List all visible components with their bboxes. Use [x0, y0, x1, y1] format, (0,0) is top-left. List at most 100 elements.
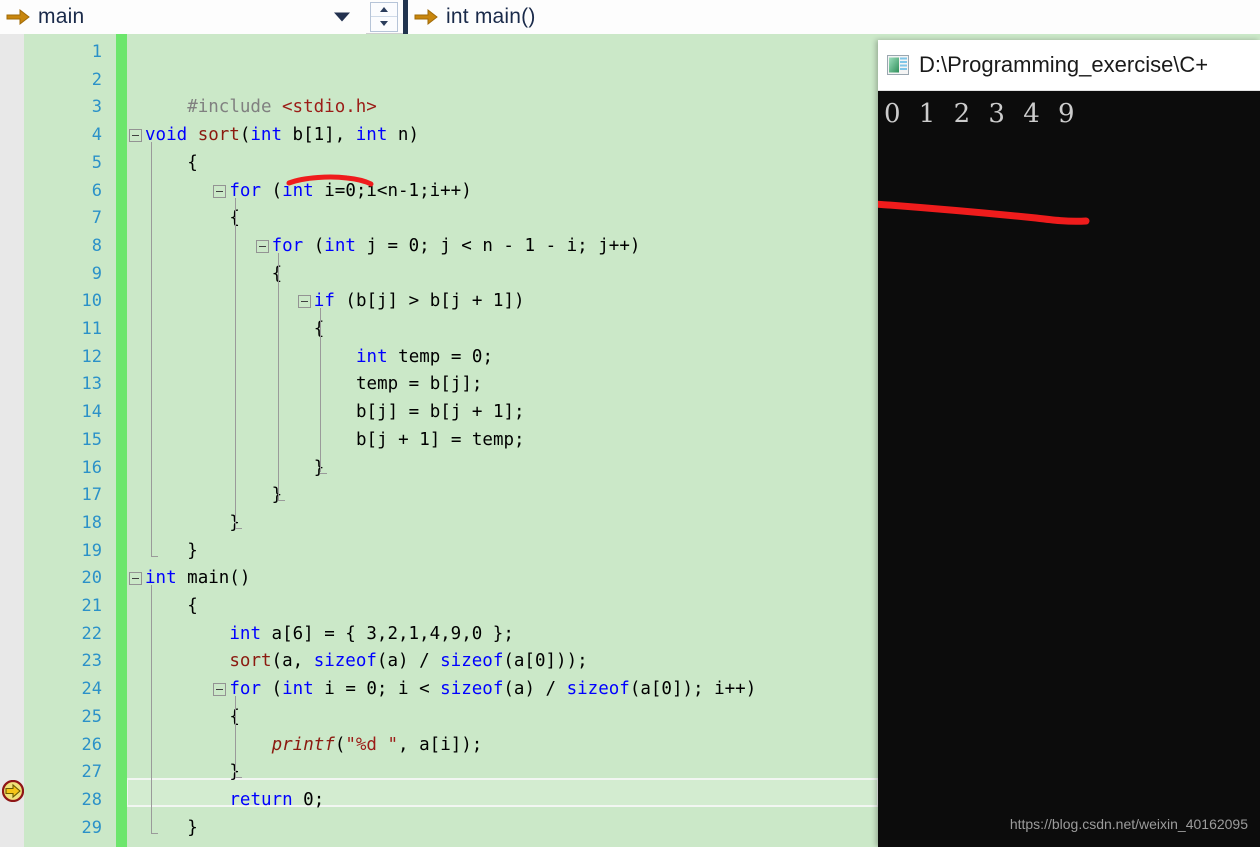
- code-token: (: [271, 180, 283, 201]
- line-number: 12: [81, 346, 102, 367]
- annotation-underline-output: [878, 191, 1156, 236]
- line-number: 15: [81, 429, 102, 450]
- code-line-text: {: [187, 593, 198, 621]
- code-token: b[j] = b[j + 1];: [356, 402, 525, 423]
- scope-dropdown[interactable]: main: [0, 0, 366, 34]
- code-token: 0;: [303, 789, 325, 810]
- line-number: 26: [81, 734, 102, 755]
- code-line-text: int temp = 0;: [356, 344, 493, 372]
- code-token: int: [356, 346, 399, 367]
- line-number: 1: [91, 42, 102, 62]
- line-number: 2: [91, 69, 102, 90]
- line-number: 29: [81, 817, 102, 838]
- code-token: (a) /: [376, 651, 441, 672]
- line-number: 17: [81, 485, 102, 506]
- code-token: main(): [187, 568, 251, 589]
- code-line-text: for (int j = 0; j < n - 1 - i; j++): [272, 233, 641, 261]
- outlining-collapse-button[interactable]: [255, 239, 269, 253]
- code-line-text: int main(): [145, 565, 250, 593]
- chevron-down-icon[interactable]: [334, 12, 350, 21]
- code-line-text: void sort(int b[1], int n): [145, 122, 419, 150]
- console-title-bar[interactable]: D:\Programming_exercise\C+: [878, 40, 1260, 91]
- code-token: printf: [271, 734, 335, 755]
- line-number: 10: [81, 291, 102, 312]
- console-window[interactable]: D:\Programming_exercise\C+ 0 1 2 3 4 9 h…: [878, 40, 1260, 847]
- code-token: <stdio.h>: [282, 97, 377, 118]
- navigation-spinner[interactable]: [370, 1, 398, 32]
- scope-dropdown-value: main: [38, 4, 85, 28]
- code-token: temp = b[j];: [356, 374, 483, 395]
- line-number: 16: [81, 457, 102, 478]
- outlining-guide-line: [277, 252, 279, 501]
- line-number: 23: [81, 651, 102, 672]
- code-line-text: b[j] = b[j + 1];: [356, 399, 525, 427]
- line-number: 27: [81, 762, 102, 783]
- code-token: (: [334, 734, 346, 755]
- outlining-collapse-button[interactable]: [297, 295, 311, 309]
- screen-root: main int main() 1 2 3 4 5 6 7 8 9 10 11 …: [0, 0, 1260, 847]
- line-number: 11: [81, 319, 102, 339]
- caret-down-icon: [380, 21, 388, 26]
- outlining-collapse-button[interactable]: [129, 572, 142, 586]
- line-number: 13: [81, 374, 102, 395]
- code-token: sizeof: [313, 651, 377, 672]
- code-token: }: [187, 540, 198, 561]
- code-line-text: int a[6] = { 3,2,1,4,9,0 };: [229, 621, 513, 649]
- code-line-text: {: [187, 150, 198, 178]
- line-number: 3: [91, 97, 102, 118]
- outlining-guide-foot: [235, 777, 243, 779]
- code-token: (: [239, 125, 251, 146]
- code-token: temp = 0;: [398, 346, 493, 367]
- outlining-guide-line: [151, 142, 152, 556]
- code-token: (: [271, 679, 283, 700]
- code-token: i = 0; i <: [324, 679, 441, 700]
- line-number-gutter: 1 2 3 4 5 6 7 8 9 10 11 12 13 14 15 16 17 18 19 20 21 22 23 24 2…: [24, 34, 112, 847]
- code-token: (a[0]));: [503, 651, 588, 672]
- line-number: 20: [81, 568, 102, 589]
- code-token: int: [229, 623, 272, 644]
- spinner-down-button[interactable]: [371, 17, 397, 31]
- line-number: 21: [81, 596, 102, 616]
- arrow-right-icon: [412, 6, 440, 28]
- line-number: 8: [91, 235, 102, 256]
- line-number: 22: [81, 623, 102, 644]
- member-dropdown-value: int main(): [446, 4, 536, 28]
- caret-up-icon: [380, 6, 388, 12]
- editor-change-bar: [116, 34, 127, 847]
- line-number: 7: [91, 208, 102, 229]
- code-token: "%d ": [345, 734, 399, 755]
- line-number: 6: [91, 180, 102, 201]
- code-token: if: [313, 291, 346, 312]
- code-line-text: temp = b[j];: [356, 371, 482, 399]
- code-token: sizeof: [566, 679, 630, 700]
- console-output-text: 0 1 2 3 4 9: [884, 99, 1080, 129]
- line-number: 5: [91, 152, 102, 173]
- line-number: 24: [81, 679, 102, 700]
- editor-breakpoint-margin[interactable]: [0, 34, 25, 847]
- breakpoint-arrow-icon[interactable]: [1, 779, 25, 803]
- code-token: (a[0]); i++): [629, 679, 757, 700]
- code-token: (a) /: [503, 679, 567, 700]
- console-output-area[interactable]: 0 1 2 3 4 9 https://blog.csdn.net/weixin…: [878, 91, 1260, 847]
- editor-navigation-bar: main int main(): [0, 0, 1260, 34]
- line-number: 14: [81, 402, 102, 423]
- code-token: b[j + 1] = temp;: [356, 429, 525, 450]
- code-token: {: [187, 152, 198, 173]
- line-number: 25: [81, 706, 102, 727]
- spinner-up-button[interactable]: [371, 3, 397, 17]
- code-line-text: sort(a, sizeof(a) / sizeof(a[0]));: [229, 648, 587, 676]
- code-token: (: [313, 235, 325, 256]
- code-token: void: [145, 125, 198, 146]
- outlining-collapse-button[interactable]: [129, 129, 142, 143]
- outlining-guide-line: [319, 308, 321, 473]
- code-token: a[6] = { 3,2,1,4,9,0 };: [271, 623, 514, 644]
- code-token: sort: [229, 651, 272, 672]
- outlining-guide-line: [151, 585, 152, 833]
- outlining-guide-foot: [235, 527, 243, 529]
- member-dropdown[interactable]: int main(): [408, 0, 1260, 34]
- outlining-collapse-button[interactable]: [213, 683, 227, 697]
- line-number: 9: [91, 263, 102, 284]
- code-token: {: [187, 596, 198, 616]
- code-token: (a,: [271, 651, 314, 672]
- outlining-collapse-button[interactable]: [213, 184, 227, 198]
